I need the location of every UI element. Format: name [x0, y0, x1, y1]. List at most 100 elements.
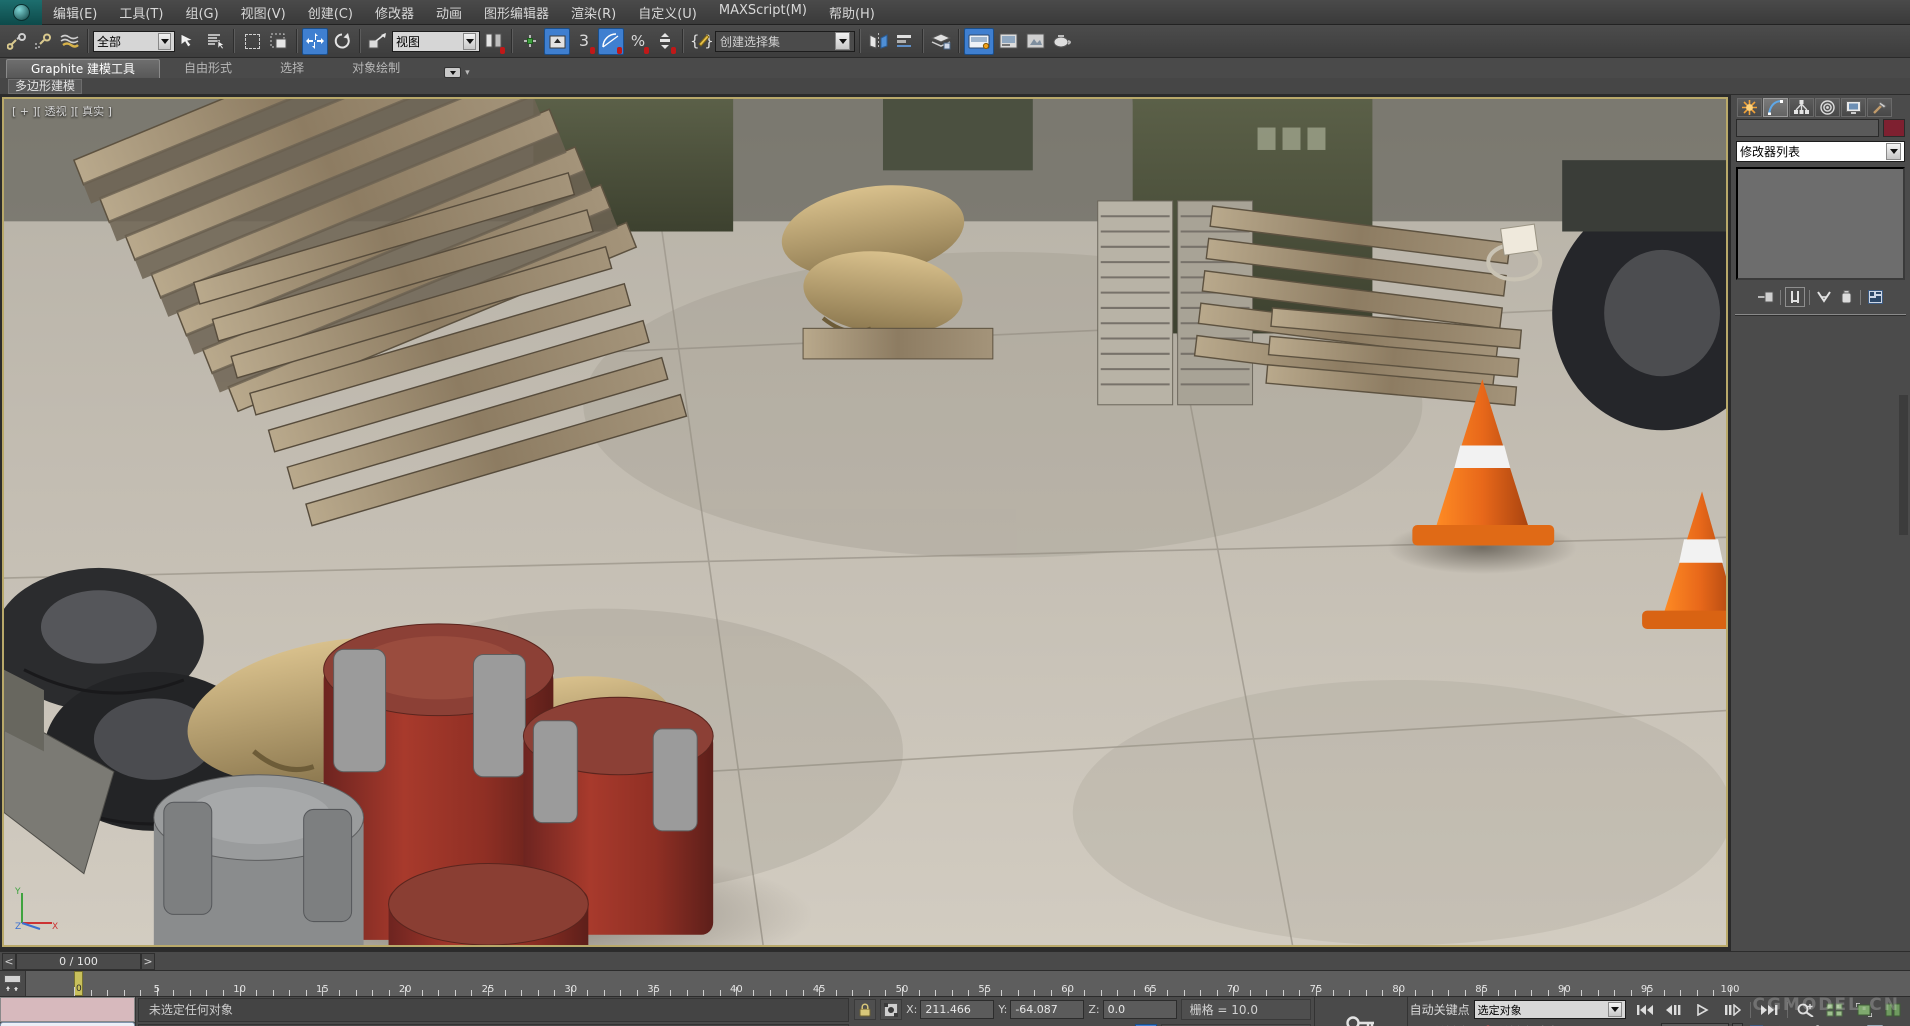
skip-end-icon[interactable]	[1756, 1000, 1782, 1020]
play-icon[interactable]	[1690, 1000, 1716, 1020]
hand-pan-icon[interactable]	[1804, 1022, 1830, 1026]
named-selection-set-dropdown[interactable]: 创建选择集	[715, 30, 855, 52]
next-frame-button[interactable]: >	[141, 952, 155, 970]
chevron-down-icon[interactable]	[835, 32, 850, 50]
set-key-button[interactable]: 设置关键点	[1410, 1023, 1470, 1026]
key-toggle-icon[interactable]	[1315, 1012, 1407, 1026]
app-logo[interactable]	[0, 0, 42, 25]
orbit-icon[interactable]	[1833, 1022, 1859, 1026]
utilities-tab[interactable]	[1867, 97, 1892, 117]
key-filters-button[interactable]: 关键点过滤器...	[1498, 1023, 1581, 1026]
chevron-down-icon[interactable]	[463, 32, 476, 50]
menu-help[interactable]: 帮助(H)	[818, 1, 886, 24]
perspective-viewport[interactable]: [ + ][ 透视 ][ 真实 ] X Y Z	[2, 97, 1728, 947]
ribbon-tab-selection[interactable]: 选择	[256, 59, 328, 78]
link-icon[interactable]	[3, 28, 29, 55]
mirror-icon[interactable]	[865, 28, 891, 55]
ribbon-overflow-menu[interactable]: ▾	[444, 67, 470, 78]
selection-lock-icon[interactable]	[880, 999, 903, 1020]
track-bar[interactable]: 0 5 10 15 20 25 30 35 40 45 50 55 60 65 70 75 80 85 90 95 1…	[0, 970, 1910, 996]
menu-edit[interactable]: 编辑(E)	[42, 1, 108, 24]
chevron-down-icon[interactable]	[1886, 143, 1901, 160]
mini-listener-field[interactable]	[0, 997, 135, 1022]
menu-create[interactable]: 创建(C)	[297, 1, 364, 24]
object-color-swatch[interactable]	[1883, 119, 1905, 137]
angle-snap-number-icon[interactable]: 3	[571, 28, 597, 55]
step-back-icon[interactable]	[1661, 1000, 1687, 1020]
named-set-edit-icon[interactable]: { }	[688, 28, 714, 55]
hierarchy-tab[interactable]	[1789, 97, 1814, 117]
space-warp-icon[interactable]	[57, 28, 83, 55]
open-mini-curve-editor-button[interactable]	[0, 971, 26, 996]
modifier-stack-list[interactable]	[1736, 167, 1905, 280]
frame-spinner[interactable]: ▲▼	[1732, 1022, 1743, 1026]
ribbon-tab-graphite-modeling[interactable]: Graphite 建模工具	[6, 59, 161, 78]
render-frame-icon[interactable]	[1022, 28, 1048, 55]
pin-stack-icon[interactable]	[1756, 287, 1776, 307]
chevron-down-icon[interactable]	[1608, 1002, 1622, 1017]
arrow-cursor-icon[interactable]	[176, 28, 202, 55]
show-end-result-icon[interactable]	[1785, 287, 1805, 307]
modifier-list-dropdown[interactable]: 修改器列表	[1736, 141, 1905, 162]
selection-filter-dropdown[interactable]: 全部	[93, 30, 175, 52]
spinner-snap-icon[interactable]	[652, 28, 678, 55]
crossing-icon[interactable]	[266, 28, 292, 55]
render-setup-icon[interactable]	[995, 28, 1021, 55]
material-editor-taskbar-item[interactable]: 材... ▣ ▫ X	[0, 1022, 135, 1026]
auto-key-button[interactable]: 自动关键点	[1410, 1001, 1470, 1018]
menu-group[interactable]: 组(G)	[174, 1, 229, 24]
rotate-gizmo-icon[interactable]	[329, 28, 355, 55]
maximize-viewport-toggle-icon[interactable]	[1862, 1022, 1888, 1026]
ribbon-tab-freeform[interactable]: 自由形式	[160, 59, 256, 78]
key-curve-icon[interactable]	[1474, 1021, 1494, 1026]
lock-icon[interactable]	[854, 999, 877, 1020]
menu-views[interactable]: 视图(V)	[230, 1, 297, 24]
current-frame-display[interactable]: 0 / 100	[16, 952, 141, 970]
rect-region-icon[interactable]	[239, 28, 265, 55]
fov-icon[interactable]	[1775, 1022, 1801, 1026]
menu-modifiers[interactable]: 修改器	[364, 1, 425, 24]
coord-y-field[interactable]: -64.087	[1010, 1000, 1085, 1019]
coord-x-field[interactable]: 211.466	[920, 1000, 995, 1019]
material-editor-icon[interactable]	[964, 27, 994, 55]
select-by-name-icon[interactable]	[203, 28, 229, 55]
step-forward-icon[interactable]	[1719, 1000, 1745, 1020]
clock-config-icon[interactable]	[1746, 1022, 1772, 1026]
create-tab[interactable]	[1737, 97, 1762, 117]
maximize-viewport-icon[interactable]	[1851, 1000, 1877, 1020]
align-icon[interactable]	[892, 28, 918, 55]
ribbon-panel-polygon-modeling[interactable]: 多边形建模	[8, 78, 83, 94]
percent-snap-icon[interactable]: %	[625, 28, 651, 55]
zoom-all-icon[interactable]	[1822, 1000, 1848, 1020]
reference-coordinate-dropdown[interactable]: 视图	[392, 30, 480, 52]
skip-start-icon[interactable]	[1632, 1000, 1658, 1020]
snap-toggle-3d-icon[interactable]	[544, 27, 570, 55]
motion-tab[interactable]	[1815, 97, 1840, 117]
layers-icon[interactable]	[928, 28, 954, 55]
snap-magnet-icon[interactable]	[517, 28, 543, 55]
menu-maxscript[interactable]: MAXScript(M)	[708, 1, 818, 24]
trash-icon[interactable]	[1836, 287, 1856, 307]
move-gizmo-icon[interactable]	[302, 27, 328, 55]
key-mode-icon[interactable]	[1632, 1022, 1658, 1026]
menu-rendering[interactable]: 渲染(R)	[560, 1, 627, 24]
angle-snap-icon[interactable]	[598, 27, 624, 55]
unlink-icon[interactable]	[30, 28, 56, 55]
menu-customize[interactable]: 自定义(U)	[627, 1, 708, 24]
command-panel-scrollbar[interactable]	[1899, 395, 1908, 535]
menu-graph-editors[interactable]: 图形编辑器	[473, 1, 560, 24]
configure-sets-icon[interactable]	[1865, 287, 1885, 307]
pivot-center-icon[interactable]	[365, 28, 391, 55]
menu-tools[interactable]: 工具(T)	[108, 1, 174, 24]
zoom-extents-icon[interactable]	[1793, 1000, 1819, 1020]
time-slider-handle[interactable]: 0	[74, 971, 83, 996]
current-frame-input[interactable]: 0	[1661, 1022, 1729, 1026]
ribbon-tab-object-paint[interactable]: 对象绘制	[328, 59, 424, 78]
animation-mode-dropdown[interactable]: 选定对象	[1473, 1000, 1626, 1019]
modify-tab[interactable]	[1763, 97, 1788, 117]
coord-z-field[interactable]: 0.0	[1102, 1000, 1177, 1019]
manipulate-icon[interactable]	[481, 28, 507, 55]
teapot-render-icon[interactable]	[1049, 28, 1075, 55]
chevron-down-icon[interactable]	[158, 32, 171, 50]
display-tab[interactable]	[1841, 97, 1866, 117]
